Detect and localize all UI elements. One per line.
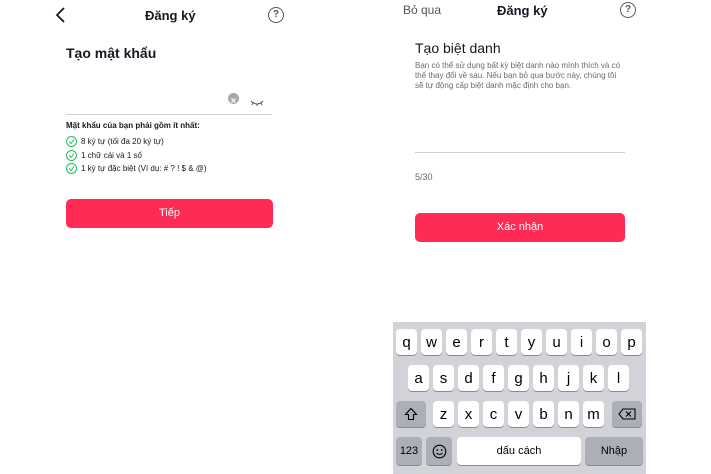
key[interactable]: n (558, 401, 579, 427)
check-icon (66, 150, 77, 161)
enter-key[interactable]: Nhập (585, 437, 643, 465)
back-icon[interactable] (54, 6, 68, 24)
key[interactable]: r (471, 329, 492, 355)
key[interactable]: g (508, 365, 529, 391)
key[interactable]: h (533, 365, 554, 391)
key[interactable]: o (596, 329, 617, 355)
key[interactable]: m (583, 401, 604, 427)
help-icon[interactable]: ? (268, 7, 284, 23)
next-button[interactable]: Tiếp (66, 199, 273, 228)
keyboard: q w e r t y u i o p a s d f g h j k l z … (393, 322, 646, 474)
key[interactable]: z (433, 401, 454, 427)
emoji-icon (432, 444, 446, 458)
page-title: Đăng ký (145, 8, 196, 23)
clear-icon[interactable] (228, 93, 239, 104)
check-icon (66, 163, 77, 174)
shift-key[interactable] (396, 401, 426, 427)
shift-icon (404, 407, 418, 421)
create-nickname-heading: Tạo biệt danh (415, 40, 501, 56)
key[interactable]: v (508, 401, 529, 427)
backspace-key[interactable] (612, 401, 642, 427)
character-counter: 5/30 (415, 172, 433, 182)
confirm-button[interactable]: Xác nhận (415, 213, 625, 242)
key[interactable]: l (608, 365, 629, 391)
key[interactable]: d (458, 365, 479, 391)
create-password-heading: Tạo mật khẩu (66, 45, 157, 61)
numbers-key[interactable]: 123 (396, 437, 422, 465)
key[interactable]: x (458, 401, 479, 427)
rule-text: 1 chữ cái và 1 số (81, 151, 142, 160)
key[interactable]: q (396, 329, 417, 355)
key[interactable]: u (546, 329, 567, 355)
check-icon (66, 136, 77, 147)
space-key[interactable]: dấu cách (457, 437, 581, 465)
skip-button[interactable]: Bỏ qua (403, 3, 441, 17)
key[interactable]: t (496, 329, 517, 355)
key[interactable]: j (558, 365, 579, 391)
nickname-input[interactable] (415, 124, 625, 153)
page-title: Đăng ký (497, 3, 548, 18)
key[interactable]: e (446, 329, 467, 355)
key[interactable]: a (408, 365, 429, 391)
key[interactable]: s (433, 365, 454, 391)
rule-item: 1 chữ cái và 1 số (66, 150, 142, 161)
rule-item: 1 ký tự đặc biệt (Ví dụ: # ? ! $ & @) (66, 163, 207, 174)
emoji-key[interactable] (426, 437, 452, 465)
key[interactable]: b (533, 401, 554, 427)
key[interactable]: c (483, 401, 504, 427)
rule-item: 8 ký tự (tối đa 20 ký tự) (66, 136, 164, 147)
password-input[interactable] (66, 88, 272, 115)
backspace-icon (618, 408, 636, 420)
rule-text: 8 ký tự (tối đa 20 ký tự) (81, 137, 164, 146)
key[interactable]: k (583, 365, 604, 391)
key[interactable]: w (421, 329, 442, 355)
rule-text: 1 ký tự đặc biệt (Ví dụ: # ? ! $ & @) (81, 164, 207, 173)
key[interactable]: p (621, 329, 642, 355)
key[interactable]: y (521, 329, 542, 355)
rules-title: Mật khẩu của bạn phải gồm ít nhất: (66, 121, 200, 130)
key[interactable]: f (483, 365, 504, 391)
hide-password-icon[interactable] (250, 94, 264, 106)
key[interactable]: i (571, 329, 592, 355)
nickname-description: Bạn có thể sử dụng bất kỳ biệt danh nào … (415, 61, 621, 90)
help-icon[interactable]: ? (620, 2, 636, 18)
